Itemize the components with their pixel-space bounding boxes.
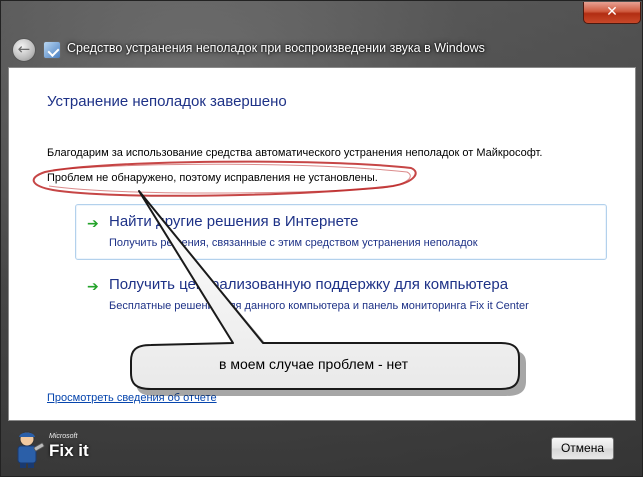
red-highlight-ellipse <box>32 160 417 197</box>
callout-text: в моем случае проблем - нет <box>219 356 408 372</box>
fixit-mascot-icon <box>17 431 45 468</box>
cancel-button[interactable]: Отмена <box>551 437 614 460</box>
green-arrow-icon: ➔ <box>87 279 99 295</box>
close-button[interactable]: ✕ <box>583 2 641 24</box>
back-button[interactable]: ← <box>12 38 36 62</box>
troubleshooter-window: ✕ ← Средство устранения неполадок при во… <box>0 0 643 477</box>
page-heading: Устранение неполадок завершено <box>47 93 287 110</box>
title-bar: ✕ ← Средство устранения неполадок при во… <box>1 1 643 67</box>
option-find-solutions[interactable]: ➔ Найти другие решения в Интернете Получ… <box>75 204 607 260</box>
option-title: Получить централизованную поддержку для … <box>109 276 509 293</box>
option-title: Найти другие решения в Интернете <box>109 213 359 230</box>
fixit-logo: Microsoft Fix it <box>11 429 91 469</box>
green-arrow-icon: ➔ <box>87 216 99 232</box>
window-title: Средство устранения неполадок при воспро… <box>67 41 485 55</box>
logo-microsoft-text: Microsoft <box>49 433 78 440</box>
option-description: Бесплатные решения для данного компьютер… <box>109 300 529 312</box>
logo-fixit-text: Fix it <box>49 441 89 460</box>
troubleshooter-icon <box>43 41 61 59</box>
option-centralized-support[interactable]: ➔ Получить централизованную поддержку дл… <box>75 267 607 323</box>
option-description: Получить решения, связанные с этим средс… <box>109 237 478 249</box>
view-report-link[interactable]: Просмотреть сведения об отчете <box>47 392 217 404</box>
